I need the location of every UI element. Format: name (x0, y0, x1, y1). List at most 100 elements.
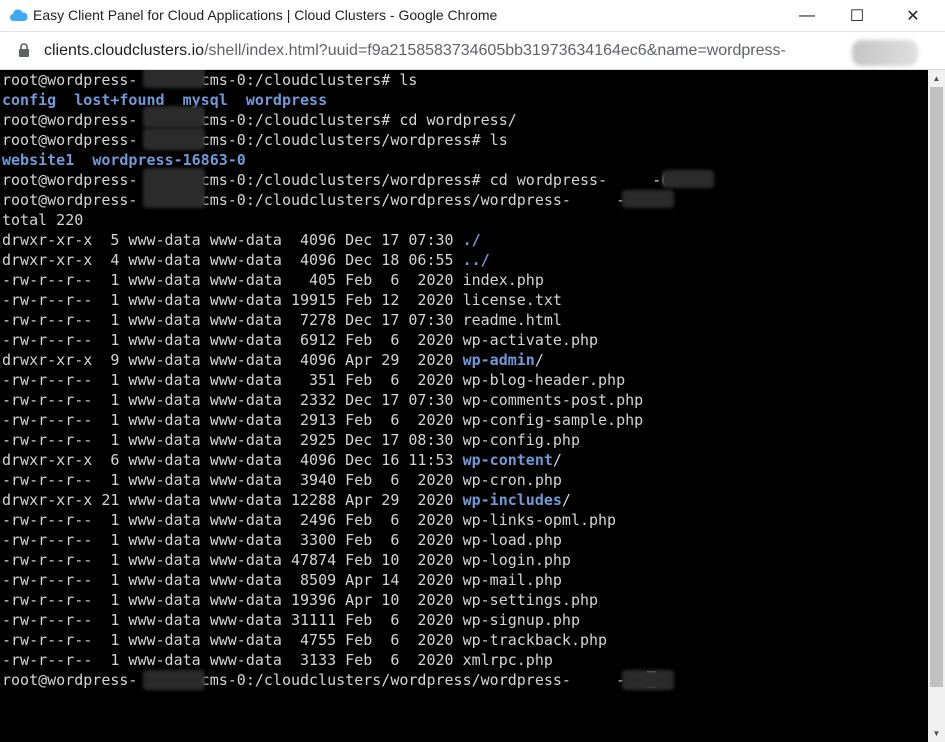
minimize-button[interactable]: — (784, 0, 830, 32)
terminal-output: root@wordpress- -cms-0:/cloudclusters# l… (2, 70, 679, 690)
terminal-text: root@wordpress- -cms-0:/cloudclusters/wo… (2, 671, 644, 689)
terminal-line: -rw-r--r-- 1 www-data www-data 2496 Feb … (2, 511, 616, 529)
lock-icon (19, 43, 29, 57)
terminal-line: website1 wordpress-16863-0 (2, 151, 246, 169)
terminal-line: drwxr-xr-x 6 www-data www-data 4096 Dec … (2, 451, 562, 469)
terminal-text: -rw-r--r-- 1 www-data www-data 8509 Apr … (2, 571, 562, 589)
terminal-text: drwxr-xr-x 4 www-data www-data 4096 Dec … (2, 251, 463, 269)
directory-name: wp-includes (462, 491, 562, 509)
maximize-icon: ☐ (849, 8, 865, 25)
terminal-line: root@wordpress- -cms-0:/cloudclusters/wo… (2, 131, 508, 149)
directory-name: wp-content (462, 451, 553, 469)
terminal-line: root@wordpress- -cms-0:/cloudclusters# c… (2, 111, 517, 129)
terminal-line: root@wordpress- -cms-0:/cloudclusters# l… (2, 71, 417, 89)
terminal-line: -rw-r--r-- 1 www-data www-data 405 Feb 6… (2, 271, 544, 289)
redacted-instance-id (622, 670, 674, 690)
terminal-text: -rw-r--r-- 1 www-data www-data 19915 Feb… (2, 291, 562, 309)
terminal[interactable]: root@wordpress- -cms-0:/cloudclusters# l… (0, 70, 928, 742)
window-title: Easy Client Panel for Cloud Applications… (33, 7, 498, 23)
scroll-down-arrow-icon[interactable]: ▼ (928, 725, 945, 742)
terminal-text: -rw-r--r-- 1 www-data www-data 2496 Feb … (2, 511, 617, 529)
redacted-hostname (143, 670, 205, 690)
terminal-text: / (561, 491, 571, 509)
directory-name: ./ (462, 231, 481, 249)
terminal-line: root@wordpress- -cms-0:/cloudclusters/wo… (2, 671, 657, 689)
terminal-line: total 220 (2, 211, 83, 229)
close-icon: ✕ (906, 8, 920, 25)
url-text[interactable]: clients.cloudclusters.io/shell/index.htm… (44, 42, 924, 60)
directory-name: wp-admin (462, 351, 535, 369)
address-bar[interactable]: clients.cloudclusters.io/shell/index.htm… (0, 32, 945, 70)
terminal-text: drwxr-xr-x 6 www-data www-data 4096 Dec … (2, 451, 463, 469)
terminal-text: -rw-r--r-- 1 www-data www-data 351 Feb 6… (2, 371, 626, 389)
terminal-text: drwxr-xr-x 21 www-data www-data 12288 Ap… (2, 491, 463, 509)
terminal-line: -rw-r--r-- 1 www-data www-data 19396 Apr… (2, 591, 598, 609)
terminal-text: -rw-r--r-- 1 www-data www-data 3133 Feb … (2, 651, 553, 669)
terminal-text: / (552, 451, 562, 469)
terminal-line: -rw-r--r-- 1 www-data www-data 19915 Feb… (2, 291, 562, 309)
terminal-line: root@wordpress- -cms-0:/cloudclusters/wo… (2, 171, 679, 189)
maximize-button[interactable]: ☐ (834, 0, 880, 32)
terminal-line: -rw-r--r-- 1 www-data www-data 47874 Feb… (2, 551, 571, 569)
terminal-text: drwxr-xr-x 5 www-data www-data 4096 Dec … (2, 231, 463, 249)
terminal-text: -rw-r--r-- 1 www-data www-data 19396 Apr… (2, 591, 599, 609)
terminal-line: -rw-r--r-- 1 www-data www-data 31111 Feb… (2, 611, 580, 629)
redacted-hostname (143, 106, 205, 128)
minimize-icon: — (799, 7, 815, 24)
terminal-line: -rw-r--r-- 1 www-data www-data 2913 Feb … (2, 411, 643, 429)
terminal-text: -rw-r--r-- 1 www-data www-data 2332 Dec … (2, 391, 644, 409)
close-button[interactable]: ✕ (890, 0, 936, 32)
terminal-text: root@wordpress- -cms-0:/cloudclusters/wo… (2, 131, 508, 149)
terminal-text: -rw-r--r-- 1 www-data www-data 3300 Feb … (2, 531, 562, 549)
cloud-logo-icon (10, 9, 28, 21)
terminal-text: -rw-r--r-- 1 www-data www-data 2925 Dec … (2, 431, 580, 449)
terminal-text: -rw-r--r-- 1 www-data www-data 3940 Feb … (2, 471, 562, 489)
terminal-line: drwxr-xr-x 9 www-data www-data 4096 Apr … (2, 351, 544, 369)
url-host: clients.cloudclusters.io (44, 42, 205, 59)
terminal-text: root@wordpress- -cms-0:/cloudclusters/wo… (2, 171, 680, 189)
window-titlebar: Easy Client Panel for Cloud Applications… (0, 0, 945, 32)
terminal-text: root@wordpress- -cms-0:/cloudclusters# c… (2, 111, 517, 129)
terminal-line: -rw-r--r-- 1 www-data www-data 8509 Apr … (2, 571, 562, 589)
terminal-text: drwxr-xr-x 9 www-data www-data 4096 Apr … (2, 351, 463, 369)
redacted-instance-id (662, 170, 714, 188)
terminal-text: -rw-r--r-- 1 www-data www-data 405 Feb 6… (2, 271, 544, 289)
terminal-line: drwxr-xr-x 21 www-data www-data 12288 Ap… (2, 491, 571, 509)
redacted-hostname (143, 128, 205, 150)
terminal-text: -rw-r--r-- 1 www-data www-data 47874 Feb… (2, 551, 571, 569)
scroll-up-arrow-icon[interactable]: ▲ (928, 70, 945, 87)
redacted-url-region (852, 40, 918, 66)
terminal-line: root@wordpress- -cms-0:/cloudclusters/wo… (2, 191, 670, 209)
vertical-scrollbar[interactable]: ▲ ▼ (928, 70, 945, 742)
directory-name: ../ (462, 251, 490, 269)
terminal-line: -rw-r--r-- 1 www-data www-data 7278 Dec … (2, 311, 562, 329)
url-path: /shell/index.html?uuid=f9a2158583734605b… (204, 42, 786, 59)
terminal-line: drwxr-xr-x 4 www-data www-data 4096 Dec … (2, 251, 490, 269)
terminal-line: -rw-r--r-- 1 www-data www-data 351 Feb 6… (2, 371, 625, 389)
redacted-instance-id (622, 190, 674, 208)
terminal-line: -rw-r--r-- 1 www-data www-data 2925 Dec … (2, 431, 580, 449)
terminal-line: -rw-r--r-- 1 www-data www-data 3300 Feb … (2, 531, 562, 549)
terminal-text: root@wordpress- -cms-0:/cloudclusters# l… (2, 71, 418, 89)
directory-name: wordpress (245, 91, 328, 109)
terminal-text: / (534, 351, 544, 369)
directory-name: website1 (2, 151, 75, 169)
terminal-text: total 220 (2, 211, 84, 229)
terminal-line: drwxr-xr-x 5 www-data www-data 4096 Dec … (2, 231, 481, 249)
terminal-line: -rw-r--r-- 1 www-data www-data 2332 Dec … (2, 391, 643, 409)
terminal-line: -rw-r--r-- 1 www-data www-data 6912 Feb … (2, 331, 598, 349)
terminal-text: -rw-r--r-- 1 www-data www-data 7278 Dec … (2, 311, 562, 329)
scrollbar-thumb[interactable] (930, 87, 943, 687)
terminal-text: -rw-r--r-- 1 www-data www-data 2913 Feb … (2, 411, 644, 429)
terminal-line: -rw-r--r-- 1 www-data www-data 3133 Feb … (2, 651, 553, 669)
terminal-text: root@wordpress- -cms-0:/cloudclusters/wo… (2, 191, 671, 209)
terminal-text: -rw-r--r-- 1 www-data www-data 31111 Feb… (2, 611, 580, 629)
redacted-hostname (143, 70, 205, 88)
terminal-line: -rw-r--r-- 1 www-data www-data 3940 Feb … (2, 471, 562, 489)
terminal-text: -rw-r--r-- 1 www-data www-data 6912 Feb … (2, 331, 599, 349)
redacted-hostname (143, 168, 205, 208)
terminal-text: -rw-r--r-- 1 www-data www-data 4755 Feb … (2, 631, 608, 649)
